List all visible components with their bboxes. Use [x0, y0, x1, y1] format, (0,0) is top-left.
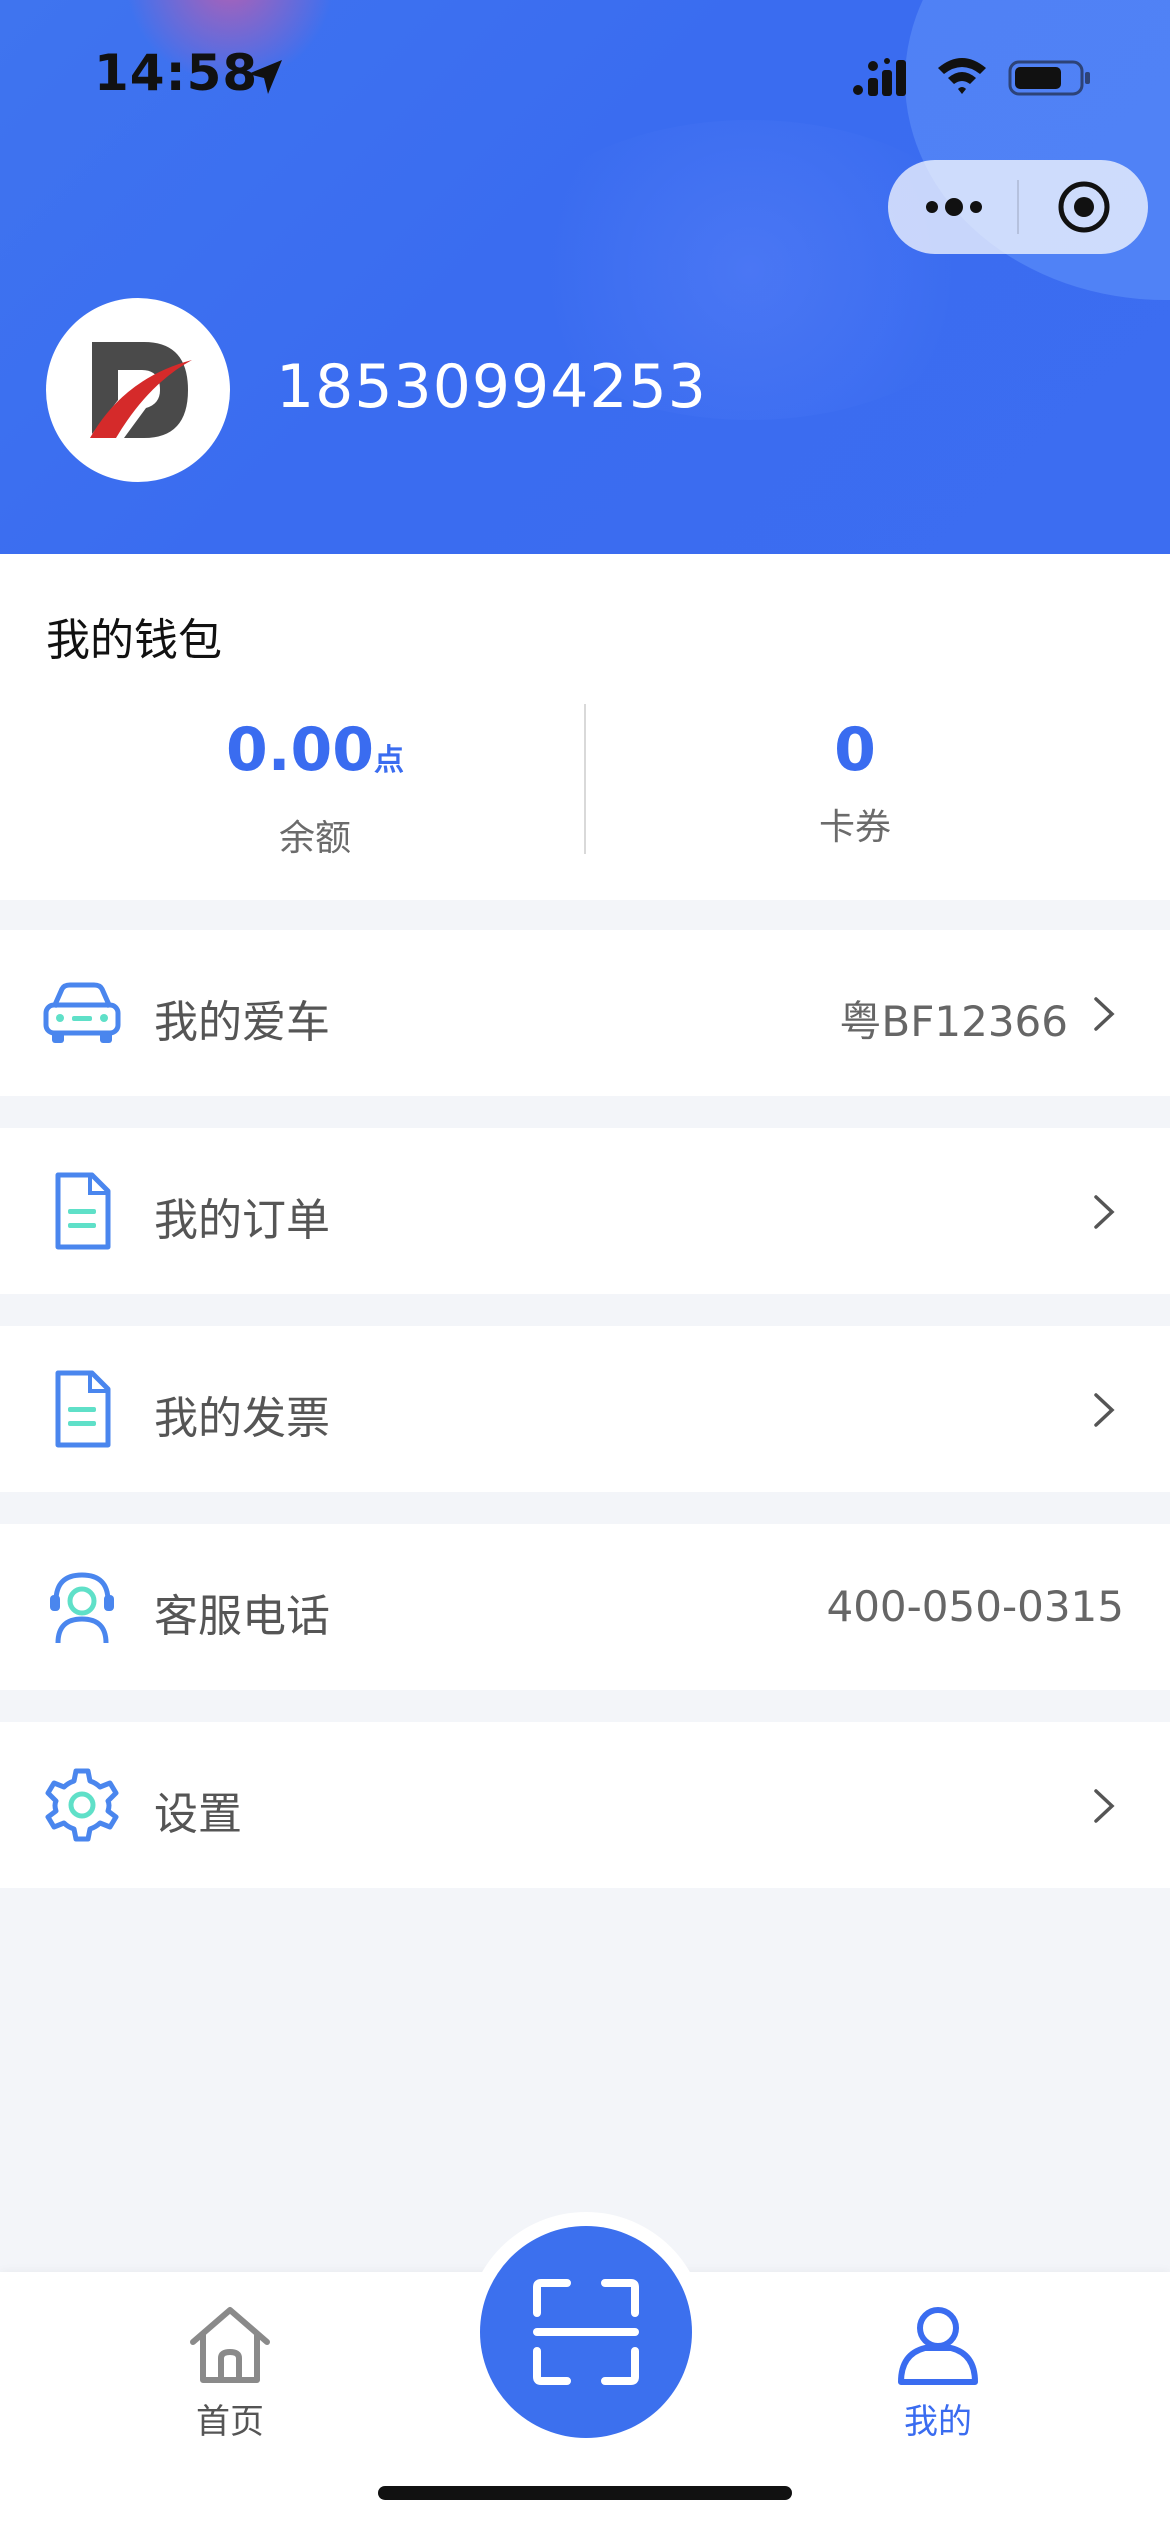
- status-time: 14:58: [94, 44, 259, 102]
- wallet-card: 我的钱包 0.00点 余额 0 卡券: [0, 554, 1170, 900]
- menu-item-label: 我的发票: [154, 1393, 330, 1444]
- tab-me-label: 我的: [904, 2402, 972, 2442]
- chevron-right-icon: [1094, 1789, 1115, 1823]
- user-icon: [898, 2307, 978, 2385]
- tab-me[interactable]: 我的: [838, 2302, 1038, 2443]
- home-icon: [190, 2307, 270, 2383]
- car-plate-value: 粤BF12366: [839, 997, 1068, 1046]
- menu-item-my-orders[interactable]: 我的订单: [0, 1128, 1170, 1294]
- document-icon: [55, 1172, 111, 1250]
- coupons-value: 0: [834, 715, 876, 785]
- menu-item-customer-service[interactable]: 客服电话 400-050-0315: [0, 1524, 1170, 1690]
- scan-button[interactable]: [480, 2226, 692, 2438]
- customer-service-icon: [50, 1572, 114, 1644]
- user-phone-number: 18530994253: [276, 352, 707, 422]
- wifi-icon: [938, 58, 986, 94]
- tab-home[interactable]: 首页: [130, 2302, 330, 2443]
- balance-label: 余额: [278, 818, 351, 859]
- chevron-right-icon: [1094, 997, 1115, 1031]
- brand-logo-icon: [90, 342, 192, 438]
- scan-icon: [533, 2279, 639, 2385]
- balance-value: 0.00: [225, 715, 375, 785]
- balance-unit: 点: [374, 743, 405, 778]
- gear-icon: [45, 1768, 119, 1842]
- close-miniprogram-icon[interactable]: [1056, 179, 1112, 235]
- menu-item-my-car[interactable]: 我的爱车 粤BF12366: [0, 930, 1170, 1096]
- wallet-title: 我的钱包: [46, 615, 222, 666]
- car-icon: [43, 982, 121, 1043]
- home-indicator: [378, 2486, 792, 2500]
- avatar[interactable]: [46, 298, 230, 482]
- menu-item-label: 我的订单: [154, 1195, 330, 1246]
- capsule-divider: [1017, 180, 1019, 234]
- menu-item-label: 客服电话: [154, 1591, 330, 1642]
- menu-item-settings[interactable]: 设置: [0, 1722, 1170, 1888]
- menu-item-label: 我的爱车: [154, 997, 330, 1048]
- more-icon[interactable]: [922, 185, 986, 229]
- coupons-stat[interactable]: 0 卡券: [563, 712, 1147, 850]
- balance-stat[interactable]: 0.00点 余额: [23, 712, 607, 861]
- coupons-label: 卡券: [818, 807, 891, 848]
- service-phone-value[interactable]: 400-050-0315: [826, 1582, 1124, 1631]
- menu-item-my-invoices[interactable]: 我的发票: [0, 1326, 1170, 1492]
- profile-header: 14:58 18530994253: [0, 0, 1170, 554]
- tab-home-label: 首页: [196, 2402, 264, 2442]
- invoice-icon: [55, 1370, 111, 1448]
- battery-icon: [1008, 60, 1090, 96]
- menu-item-label: 设置: [154, 1789, 242, 1840]
- chevron-right-icon: [1094, 1195, 1115, 1229]
- cellular-signal-icon: [853, 58, 906, 96]
- miniprogram-capsule: [888, 160, 1148, 254]
- chevron-right-icon: [1094, 1393, 1115, 1427]
- location-arrow-icon: [248, 60, 282, 94]
